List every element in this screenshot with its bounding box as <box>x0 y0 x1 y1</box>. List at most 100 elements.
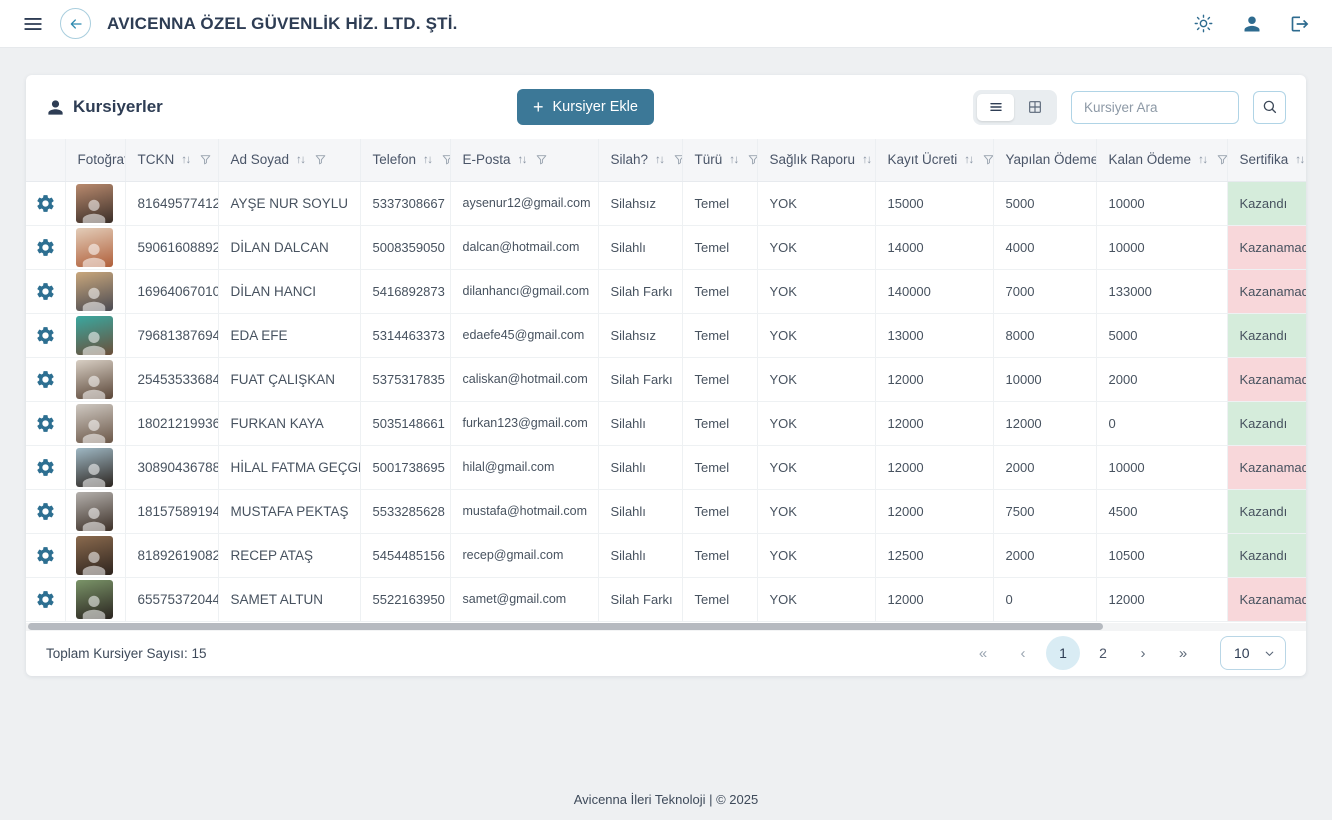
theme-toggle-sun-icon[interactable] <box>1193 13 1214 34</box>
sort-icon[interactable]: ↑↓ <box>1295 154 1304 166</box>
filter-icon[interactable] <box>982 153 993 166</box>
search-input[interactable] <box>1071 91 1239 124</box>
filter-icon[interactable] <box>199 153 212 166</box>
app-title: AVICENNA ÖZEL GÜVENLİK HİZ. LTD. ŞTİ. <box>107 14 458 34</box>
table-row: 81892619082 RECEP ATAŞ 5454485156 recep@… <box>26 533 1306 577</box>
column-label: Ad Soyad <box>231 152 290 167</box>
row-settings-button[interactable] <box>35 541 56 569</box>
column-label: Telefon <box>373 152 417 167</box>
row-settings-button[interactable] <box>35 321 56 349</box>
sort-icon[interactable]: ↑↓ <box>423 154 432 166</box>
trainees-table: Fotoğraf TCKN ↑↓ Ad Soyad ↑↓ Te <box>26 139 1306 622</box>
cell-kalan: 0 <box>1096 401 1227 445</box>
search-button[interactable] <box>1253 91 1286 124</box>
sort-icon[interactable]: ↑↓ <box>964 154 973 166</box>
cell-saglik: YOK <box>757 489 875 533</box>
row-settings-button[interactable] <box>35 585 56 613</box>
column-header-saglik[interactable]: Sağlık Raporu ↑↓ <box>757 139 875 181</box>
row-settings-button[interactable] <box>35 409 56 437</box>
column-header-email[interactable]: E-Posta ↑↓ <box>450 139 598 181</box>
filter-icon[interactable] <box>535 153 548 166</box>
cell-photo <box>65 489 125 533</box>
column-header-kayit[interactable]: Kayıt Ücreti ↑↓ <box>875 139 993 181</box>
trainee-photo <box>76 272 113 311</box>
sort-icon[interactable]: ↑↓ <box>655 154 664 166</box>
next-page-button[interactable]: › <box>1126 636 1160 670</box>
cell-kayit: 140000 <box>875 269 993 313</box>
sort-icon[interactable]: ↑↓ <box>296 154 305 166</box>
cell-yapilan: 10000 <box>993 357 1096 401</box>
cell-saglik: YOK <box>757 577 875 621</box>
column-header-name[interactable]: Ad Soyad ↑↓ <box>218 139 360 181</box>
row-settings-button[interactable] <box>35 453 56 481</box>
trainee-photo <box>76 448 113 487</box>
filter-icon[interactable] <box>314 153 327 166</box>
horizontal-scrollbar[interactable] <box>26 623 1306 631</box>
row-settings-button[interactable] <box>35 277 56 305</box>
gear-icon <box>35 413 56 434</box>
cell-tckn: 18021219936 <box>125 401 218 445</box>
page-button-1[interactable]: 1 <box>1046 636 1080 670</box>
row-settings-button[interactable] <box>35 233 56 261</box>
back-button[interactable] <box>60 8 91 39</box>
user-icon[interactable] <box>1242 14 1262 34</box>
filter-icon[interactable] <box>673 153 682 166</box>
add-trainee-button-label: Kursiyer Ekle <box>553 99 638 115</box>
trainee-photo <box>76 184 113 223</box>
prev-page-button[interactable]: ‹ <box>1006 636 1040 670</box>
search-icon <box>1261 98 1279 116</box>
column-label: Kalan Ödeme <box>1109 152 1192 167</box>
column-header-kalan[interactable]: Kalan Ödeme ↑↓ <box>1096 139 1227 181</box>
sort-icon[interactable]: ↑↓ <box>181 154 190 166</box>
table-row: 59061608892 DİLAN DALCAN 5008359050 dalc… <box>26 225 1306 269</box>
logout-icon[interactable] <box>1290 14 1310 34</box>
grid-view-button[interactable] <box>1016 94 1053 121</box>
trainee-photo <box>76 228 113 267</box>
page-size-select[interactable]: 10 <box>1220 636 1286 670</box>
column-header-foto[interactable]: Fotoğraf <box>65 139 125 181</box>
cell-name: HİLAL FATMA GEÇGEL <box>218 445 360 489</box>
column-header-silah[interactable]: Silah? ↑↓ <box>598 139 682 181</box>
scrollbar-thumb[interactable] <box>28 623 1103 630</box>
cell-actions <box>26 269 65 313</box>
list-view-button[interactable] <box>977 94 1014 121</box>
cell-tckn: 25453533684 <box>125 357 218 401</box>
column-label: Silah? <box>611 152 649 167</box>
sort-icon[interactable]: ↑↓ <box>1198 154 1207 166</box>
cell-actions <box>26 225 65 269</box>
last-page-button[interactable]: » <box>1166 636 1200 670</box>
row-settings-button[interactable] <box>35 497 56 525</box>
hamburger-menu-icon[interactable] <box>22 13 44 35</box>
column-header-phone[interactable]: Telefon ↑↓ <box>360 139 450 181</box>
cell-silah: Silah Farkı <box>598 357 682 401</box>
panel-title: Kursiyerler <box>46 97 163 117</box>
row-settings-button[interactable] <box>35 365 56 393</box>
add-trainee-button[interactable]: + Kursiyer Ekle <box>517 89 654 125</box>
cell-silah: Silahlı <box>598 225 682 269</box>
cell-silah: Silah Farkı <box>598 577 682 621</box>
cell-kalan: 10000 <box>1096 181 1227 225</box>
cell-turu: Temel <box>682 269 757 313</box>
cell-tckn: 81649577412 <box>125 181 218 225</box>
column-header-yapilan[interactable]: Yapılan Ödeme <box>993 139 1096 181</box>
sort-icon[interactable]: ↑↓ <box>518 154 527 166</box>
page-button-2[interactable]: 2 <box>1086 636 1120 670</box>
cell-phone: 5454485156 <box>360 533 450 577</box>
row-settings-button[interactable] <box>35 189 56 217</box>
column-header-sertifika[interactable]: Sertifika ↑↓ <box>1227 139 1306 181</box>
cell-turu: Temel <box>682 533 757 577</box>
first-page-button[interactable]: « <box>966 636 1000 670</box>
filter-icon[interactable] <box>1216 153 1227 166</box>
trainee-photo <box>76 360 113 399</box>
cell-saglik: YOK <box>757 357 875 401</box>
filter-icon[interactable] <box>747 153 757 166</box>
cell-sertifika: Kazandı <box>1227 489 1306 533</box>
table-row: 25453533684 FUAT ÇALIŞKAN 5375317835 cal… <box>26 357 1306 401</box>
column-header-tckn[interactable]: TCKN ↑↓ <box>125 139 218 181</box>
column-header-turu[interactable]: Türü ↑↓ <box>682 139 757 181</box>
cell-email: caliskan@hotmail.com <box>450 357 598 401</box>
person-silhouette-icon <box>79 328 109 355</box>
sort-icon[interactable]: ↑↓ <box>729 154 738 166</box>
filter-icon[interactable] <box>441 153 450 166</box>
sort-icon[interactable]: ↑↓ <box>862 154 871 166</box>
